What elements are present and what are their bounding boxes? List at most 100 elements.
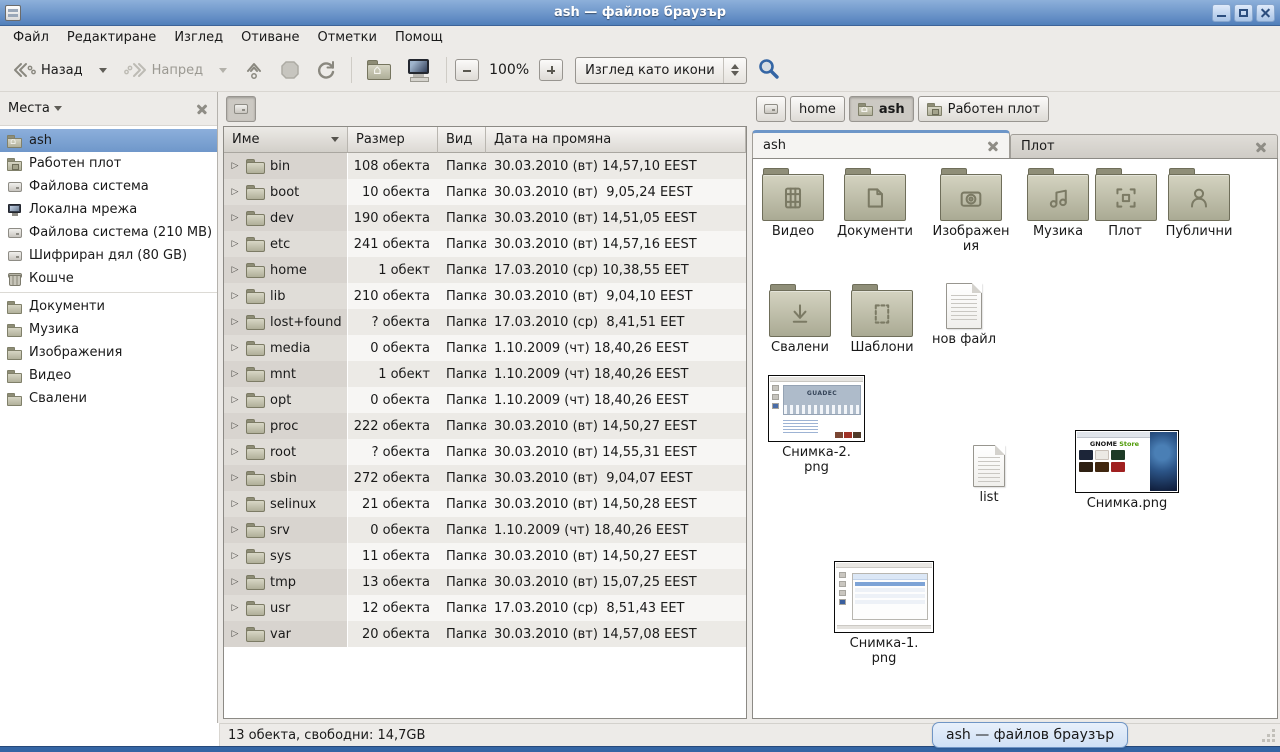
- icon-view[interactable]: ВидеоДокументиИзображенияМузикаПлотПубли…: [752, 158, 1278, 719]
- maximize-button[interactable]: [1234, 4, 1253, 22]
- expander-icon[interactable]: ▷: [228, 343, 242, 353]
- icon-view-item-video[interactable]: Видео: [753, 167, 833, 239]
- table-row[interactable]: ▷mnt1 обектПапка1.10.2009 (чт) 18,40,26 …: [224, 361, 746, 387]
- expander-icon[interactable]: ▷: [228, 525, 242, 535]
- titlebar[interactable]: ash — файлов браузър: [0, 0, 1280, 26]
- table-row[interactable]: ▷proc222 обектаПапка30.03.2010 (вт) 14,5…: [224, 413, 746, 439]
- expander-icon[interactable]: ▷: [228, 395, 242, 405]
- expander-icon[interactable]: ▷: [228, 603, 242, 613]
- table-row[interactable]: ▷home1 обектПапка17.03.2010 (ср) 10,38,5…: [224, 257, 746, 283]
- icon-view-item-snimka-1[interactable]: Снимка-1.png: [834, 561, 934, 667]
- breadcrumb-ash[interactable]: ash: [849, 96, 914, 122]
- sidebar-item-documents[interactable]: Документи: [0, 295, 217, 318]
- sidebar-item-volume-210[interactable]: Файлова система (210 MB): [0, 221, 217, 244]
- expander-icon[interactable]: ▷: [228, 447, 242, 457]
- expander-icon[interactable]: ▷: [228, 239, 242, 249]
- view-mode-combo[interactable]: Изглед като икони: [575, 57, 747, 84]
- menu-item-file[interactable]: Файл: [4, 27, 58, 48]
- up-button[interactable]: [237, 54, 271, 86]
- chevron-down-icon[interactable]: [54, 106, 62, 111]
- expander-icon[interactable]: ▷: [228, 577, 242, 587]
- home-button[interactable]: [360, 54, 398, 86]
- sidebar-item-downloads[interactable]: Свалени: [0, 387, 217, 410]
- table-row[interactable]: ▷tmp13 обектаПапка30.03.2010 (вт) 15,07,…: [224, 569, 746, 595]
- expander-icon[interactable]: ▷: [228, 213, 242, 223]
- table-row[interactable]: ▷dev190 обектаПапка30.03.2010 (вт) 14,51…: [224, 205, 746, 231]
- expander-icon[interactable]: ▷: [228, 317, 242, 327]
- expander-icon[interactable]: ▷: [228, 161, 242, 171]
- forward-button[interactable]: Напред: [117, 55, 209, 85]
- column-header-date[interactable]: Дата на промяна: [486, 127, 746, 153]
- icon-view-item-documents[interactable]: Документи: [829, 167, 921, 239]
- table-row[interactable]: ▷boot10 обектаПапка30.03.2010 (вт) 9,05,…: [224, 179, 746, 205]
- icon-view-item-snimka[interactable]: GNOME StoreСнимка.png: [1075, 430, 1179, 511]
- resize-grip[interactable]: [1262, 729, 1276, 743]
- table-row[interactable]: ▷usr12 обектаПапка17.03.2010 (ср) 8,51,4…: [224, 595, 746, 621]
- icon-view-item-snimka-2[interactable]: GUADECСнимка-2.png: [768, 375, 865, 476]
- search-button[interactable]: [757, 57, 781, 84]
- table-row[interactable]: ▷media0 обектаПапка1.10.2009 (чт) 18,40,…: [224, 335, 746, 361]
- sidebar-item-trash[interactable]: Кошче: [0, 267, 217, 290]
- menu-item-edit[interactable]: Редактиране: [58, 27, 165, 48]
- icon-view-item-pictures[interactable]: Изображения: [931, 167, 1011, 255]
- tab-close-icon[interactable]: [986, 139, 999, 152]
- breadcrumb-desktop[interactable]: Работен плот: [918, 96, 1049, 122]
- reload-button[interactable]: [309, 54, 343, 86]
- computer-button[interactable]: [400, 54, 438, 86]
- table-row[interactable]: ▷var20 обектаПапка30.03.2010 (вт) 14,57,…: [224, 621, 746, 647]
- sidebar-item-music[interactable]: Музика: [0, 318, 217, 341]
- breadcrumb-home[interactable]: home: [790, 96, 845, 122]
- sidebar-item-desktop[interactable]: Работен плот: [0, 152, 217, 175]
- sidebar-item-encrypted-80[interactable]: Шифриран дял (80 GB): [0, 244, 217, 267]
- menu-item-view[interactable]: Изглед: [165, 27, 232, 48]
- breadcrumb-root[interactable]: [756, 96, 786, 122]
- breadcrumb-root[interactable]: [226, 96, 256, 122]
- expander-icon[interactable]: ▷: [228, 265, 242, 275]
- expander-icon[interactable]: ▷: [228, 187, 242, 197]
- menu-item-bookmarks[interactable]: Отметки: [308, 27, 385, 48]
- sidebar-item-network[interactable]: Локална мрежа: [0, 198, 217, 221]
- table-row[interactable]: ▷srv0 обектаПапка1.10.2009 (чт) 18,40,26…: [224, 517, 746, 543]
- sidebar-title[interactable]: Места: [8, 101, 50, 116]
- tab-close-icon[interactable]: [1254, 140, 1267, 153]
- expander-icon[interactable]: ▷: [228, 499, 242, 509]
- column-header-size[interactable]: Размер: [348, 127, 438, 153]
- back-button[interactable]: Назад: [6, 55, 89, 85]
- expander-icon[interactable]: ▷: [228, 473, 242, 483]
- table-row[interactable]: ▷selinux21 обектаПапка30.03.2010 (вт) 14…: [224, 491, 746, 517]
- zoom-in-button[interactable]: [539, 59, 563, 81]
- minimize-button[interactable]: [1212, 4, 1231, 22]
- table-row[interactable]: ▷lost+found? обектаПапка17.03.2010 (ср) …: [224, 309, 746, 335]
- sidebar-close-icon[interactable]: [195, 102, 209, 116]
- icon-view-item-desktop[interactable]: Плот: [1095, 167, 1155, 239]
- stop-button[interactable]: [273, 54, 307, 86]
- sidebar-item-filesystem[interactable]: Файлова система: [0, 175, 217, 198]
- table-row[interactable]: ▷root? обектаПапка30.03.2010 (вт) 14,55,…: [224, 439, 746, 465]
- expander-icon[interactable]: ▷: [228, 369, 242, 379]
- sidebar-item-video[interactable]: Видео: [0, 364, 217, 387]
- zoom-out-button[interactable]: [455, 59, 479, 81]
- close-button[interactable]: [1256, 4, 1275, 22]
- table-row[interactable]: ▷etc241 обектаПапка30.03.2010 (вт) 14,57…: [224, 231, 746, 257]
- icon-view-item-list[interactable]: list: [959, 445, 1019, 505]
- menu-item-go[interactable]: Отиване: [232, 27, 308, 48]
- expander-icon[interactable]: ▷: [228, 551, 242, 561]
- forward-history-dropdown[interactable]: [211, 63, 235, 78]
- sidebar-item-home[interactable]: ash: [0, 129, 217, 152]
- table-row[interactable]: ▷bin108 обектаПапка30.03.2010 (вт) 14,57…: [224, 153, 746, 179]
- back-history-dropdown[interactable]: [91, 63, 115, 78]
- expander-icon[interactable]: ▷: [228, 629, 242, 639]
- table-row[interactable]: ▷lib210 обектаПапка30.03.2010 (вт) 9,04,…: [224, 283, 746, 309]
- expander-icon[interactable]: ▷: [228, 291, 242, 301]
- icon-view-item-templates[interactable]: Шаблони: [840, 283, 924, 355]
- expander-icon[interactable]: ▷: [228, 421, 242, 431]
- table-row[interactable]: ▷sbin272 обектаПапка30.03.2010 (вт) 9,04…: [224, 465, 746, 491]
- icon-view-item-downloads[interactable]: Свалени: [758, 283, 842, 355]
- table-row[interactable]: ▷opt0 обектаПапка1.10.2009 (чт) 18,40,26…: [224, 387, 746, 413]
- menu-item-help[interactable]: Помощ: [386, 27, 452, 48]
- column-header-name[interactable]: Име: [224, 127, 348, 153]
- table-row[interactable]: ▷sys11 обектаПапка30.03.2010 (вт) 14,50,…: [224, 543, 746, 569]
- icon-view-item-music[interactable]: Музика: [1018, 167, 1098, 239]
- icon-view-item-public[interactable]: Публични: [1156, 167, 1242, 239]
- tab-plot[interactable]: Плот: [1010, 134, 1278, 158]
